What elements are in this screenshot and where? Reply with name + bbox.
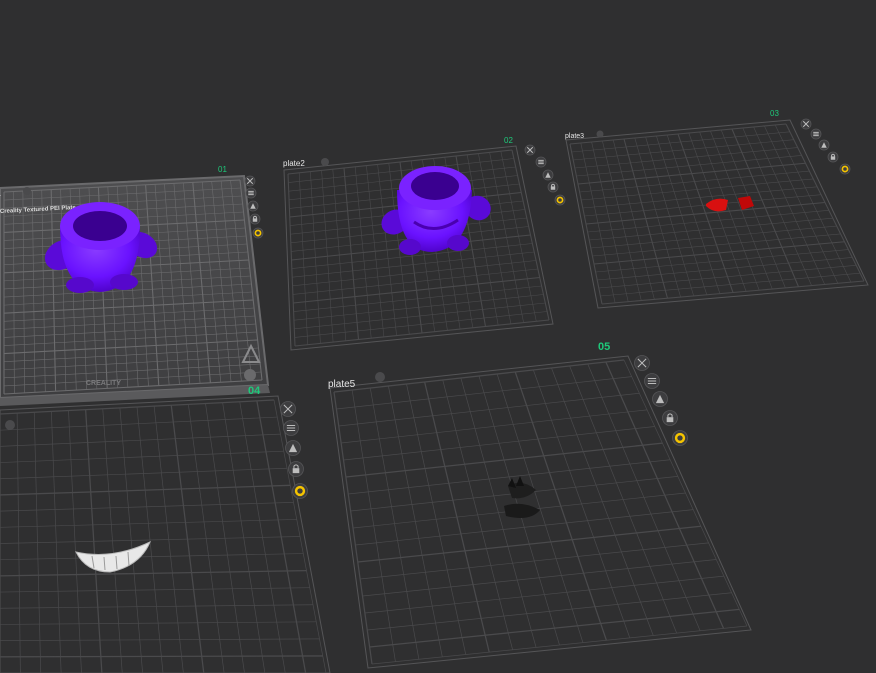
tool-button-bg xyxy=(252,227,264,239)
orient-button[interactable] xyxy=(542,169,554,181)
settings-button[interactable] xyxy=(672,430,688,446)
orient-button[interactable] xyxy=(818,139,830,151)
arrange-button[interactable] xyxy=(535,156,547,168)
arrange-button[interactable] xyxy=(644,373,660,389)
plate-1-name: plate1 xyxy=(0,191,1,198)
plate-4-edit-icon[interactable] xyxy=(5,420,15,430)
arrange-button[interactable] xyxy=(245,187,257,199)
lock-button[interactable] xyxy=(547,181,559,193)
plate-4[interactable]: 04 xyxy=(0,385,331,673)
plate-1-edit-icon[interactable] xyxy=(23,187,31,195)
plate-5-edit-icon[interactable] xyxy=(375,372,385,382)
lock-button[interactable] xyxy=(827,151,839,163)
plate-1-number: 01 xyxy=(218,165,227,174)
plate-1-corner-knob xyxy=(244,369,256,381)
orient-button[interactable] xyxy=(652,391,668,407)
arrange-icon xyxy=(248,190,254,196)
build-plate-viewport[interactable]: Creality Textured PEI Plate CREALITY pla… xyxy=(0,0,876,673)
arrange-button[interactable] xyxy=(810,128,822,140)
lock-button[interactable] xyxy=(662,410,678,426)
plate-2-number: 02 xyxy=(504,136,513,145)
plate-3-number: 03 xyxy=(770,109,779,118)
plate-2-edit-icon[interactable] xyxy=(321,158,329,166)
arrange-button[interactable] xyxy=(283,420,299,436)
settings-button[interactable] xyxy=(554,194,566,206)
close-button[interactable] xyxy=(800,118,812,130)
tool-button-bg xyxy=(839,163,851,175)
close-button[interactable] xyxy=(634,355,650,371)
tool-button-bg xyxy=(672,430,688,446)
settings-button[interactable] xyxy=(292,483,308,499)
lock-button[interactable] xyxy=(288,461,304,477)
close-button[interactable] xyxy=(244,175,256,187)
plate-5-number: 05 xyxy=(598,341,610,353)
tool-button-bg xyxy=(554,194,566,206)
plate-3-edit-icon[interactable] xyxy=(596,130,604,138)
plate-5[interactable]: plate5 05 xyxy=(328,341,752,669)
close-button[interactable] xyxy=(524,144,536,156)
arrange-icon xyxy=(538,159,544,165)
plate-3-name: plate3 xyxy=(565,133,584,140)
plate-4-number: 04 xyxy=(248,385,261,397)
orient-button[interactable] xyxy=(247,200,259,212)
plate-2-toolbar xyxy=(524,144,566,206)
settings-button[interactable] xyxy=(839,163,851,175)
settings-button[interactable] xyxy=(252,227,264,239)
grid-line xyxy=(0,655,323,658)
plate-1-brand: CREALITY xyxy=(86,380,121,387)
arrange-icon xyxy=(813,131,819,137)
orient-button[interactable] xyxy=(285,440,301,456)
tool-button-bg xyxy=(292,483,308,499)
close-button[interactable] xyxy=(280,401,296,417)
plate-2-name: plate2 xyxy=(283,159,305,168)
lock-button[interactable] xyxy=(249,213,261,225)
plate-5-name: plate5 xyxy=(328,379,356,390)
